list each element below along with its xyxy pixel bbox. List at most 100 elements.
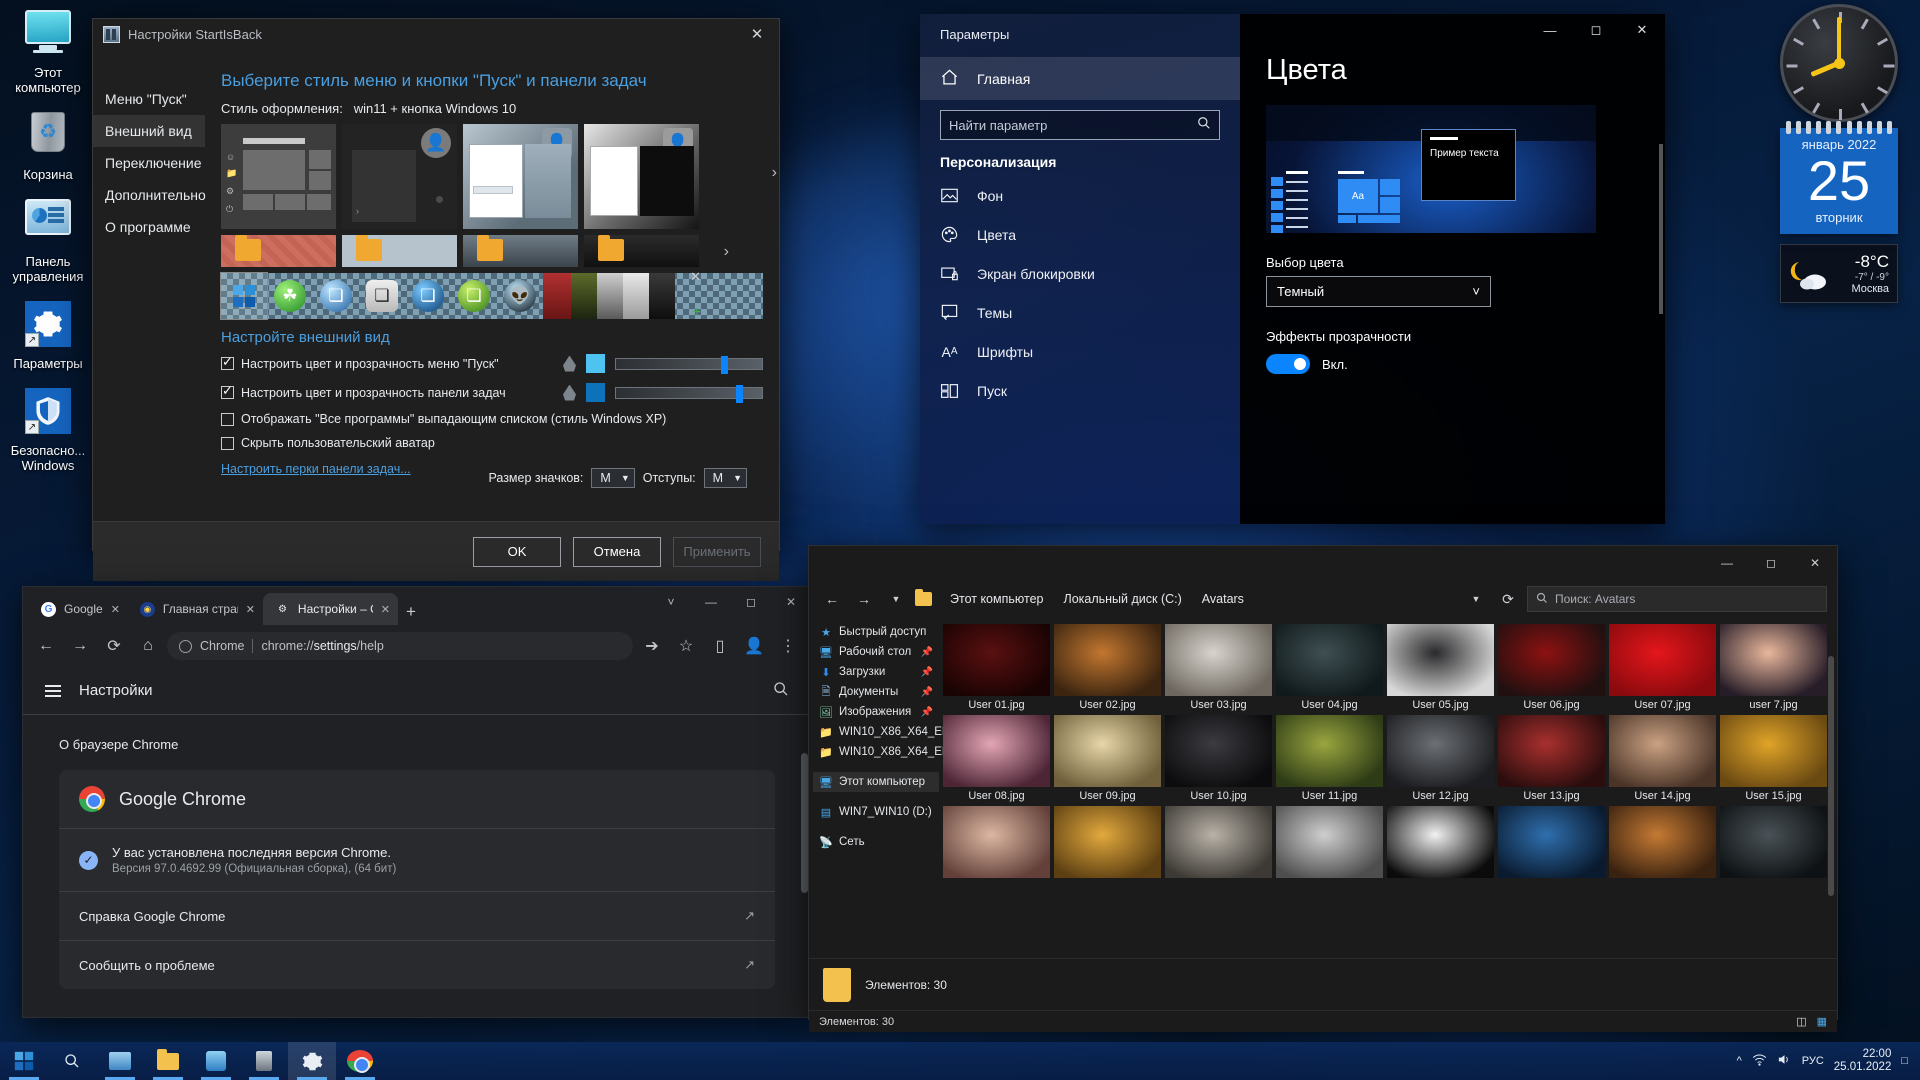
settings-scrollbar[interactable] <box>1659 144 1663 314</box>
startbutton-thumb-2[interactable] <box>342 235 457 267</box>
file-item[interactable]: User 05.jpg <box>1387 624 1494 711</box>
language-indicator[interactable]: РУС <box>1802 1055 1824 1067</box>
sidebar-item-fonts[interactable]: AA Шрифты <box>920 332 1240 371</box>
sidepanel-icon[interactable]: ▯ <box>705 631 735 661</box>
file-item[interactable]: User 02.jpg <box>1054 624 1161 711</box>
back-button[interactable]: ← <box>31 631 61 661</box>
start-orb-square-dark[interactable]: ❏ <box>359 273 405 319</box>
icon-size-select[interactable]: M ▼ <box>591 468 634 488</box>
tree-item-drive-d[interactable]: ▤WIN7_WIN10 (D:) <box>813 802 939 822</box>
minimize-button[interactable]: — <box>1705 546 1749 580</box>
tab-close-icon[interactable]: ✕ <box>111 603 120 616</box>
maximize-button[interactable]: ◻ <box>731 587 771 617</box>
tree-item-documents[interactable]: 🗎Документы📌 <box>813 682 939 702</box>
address-bar[interactable]: Chrome chrome://settings/help <box>167 632 633 660</box>
tab-search-icon[interactable]: ˅ <box>651 587 691 617</box>
search-icon[interactable] <box>1197 116 1211 135</box>
theme-thumb-2[interactable]: 👤 › <box>342 124 457 229</box>
start-orb-alien[interactable]: 👽 <box>497 273 543 319</box>
start-orb-win7[interactable]: ❏ <box>313 273 359 319</box>
explorer-search-box[interactable]: Поиск: Avatars <box>1527 586 1827 612</box>
startbutton-next-arrow-icon[interactable]: › <box>724 243 729 261</box>
breadcrumb-local-disk[interactable]: Локальный диск (C:) <box>1053 592 1191 606</box>
opacity-slider-taskbar[interactable] <box>615 387 763 399</box>
tree-item-pictures[interactable]: 🖼Изображения📌 <box>813 702 939 722</box>
tab-close-icon[interactable]: ✕ <box>381 603 390 616</box>
theme-thumb-4[interactable]: 👤 <box>584 124 699 229</box>
startbutton-thumb-1[interactable] <box>221 235 336 267</box>
home-button[interactable]: ⌂ <box>133 631 163 661</box>
sidebar-item-home[interactable]: Главная <box>920 57 1240 100</box>
opacity-drop-icon[interactable] <box>563 385 576 401</box>
search-input[interactable] <box>949 118 1197 133</box>
file-item[interactable]: User 08.jpg <box>943 715 1050 802</box>
desktop-icon-this-pc[interactable]: Этот компьютер <box>0 10 96 96</box>
desktop-icon-recycle-bin[interactable]: Корзина <box>0 112 96 183</box>
chrome-tab-google[interactable]: G Google ✕ <box>29 593 128 625</box>
checkbox-row-hide-avatar[interactable]: Скрыть пользовательский аватар <box>221 436 763 450</box>
taskbar-perks-link[interactable]: Настроить перки панели задач... <box>221 462 411 476</box>
external-link-icon[interactable]: ↗ <box>744 957 755 973</box>
sidebar-item-lock-screen[interactable]: Экран блокировки <box>920 254 1240 293</box>
profile-avatar[interactable]: 👤 <box>739 631 769 661</box>
checkbox-all-programs[interactable] <box>221 413 234 426</box>
file-item[interactable]: User 11.jpg <box>1276 715 1383 802</box>
file-item[interactable]: User 01.jpg <box>943 624 1050 711</box>
tree-item-win10-2[interactable]: 📁WIN10_X86_X64_EN <box>813 742 939 762</box>
file-item[interactable] <box>1498 806 1605 881</box>
opacity-drop-icon[interactable] <box>563 356 576 372</box>
thumbnail-view-icon[interactable]: ▦ <box>1817 1015 1827 1028</box>
tab-close-icon[interactable]: ✕ <box>246 603 255 616</box>
padding-select[interactable]: M ▼ <box>704 468 747 488</box>
refresh-button[interactable]: ⟳ <box>1495 586 1521 612</box>
file-item[interactable] <box>1054 806 1161 881</box>
file-item[interactable]: User 03.jpg <box>1165 624 1272 711</box>
close-button[interactable]: ✕ <box>735 19 779 49</box>
checkbox-hide-avatar[interactable] <box>221 437 234 450</box>
start-orb-clover[interactable]: ☘ <box>267 273 313 319</box>
theme-next-arrow-icon[interactable]: › <box>772 164 777 182</box>
file-item[interactable]: User 15.jpg <box>1720 715 1827 802</box>
transparency-toggle[interactable] <box>1266 354 1310 374</box>
store-button[interactable] <box>192 1042 240 1080</box>
settings-search-icon[interactable] <box>773 681 789 701</box>
start-orb-blue[interactable]: ❏ <box>405 273 451 319</box>
file-item[interactable] <box>943 806 1050 881</box>
settings-button[interactable] <box>288 1042 336 1080</box>
external-link-icon[interactable]: ↗ <box>744 908 755 924</box>
cancel-button[interactable]: Отмена <box>573 537 661 567</box>
recent-locations-icon[interactable]: ▼ <box>883 586 909 612</box>
forward-button[interactable]: → <box>851 586 877 612</box>
chrome-button[interactable] <box>336 1042 384 1080</box>
clock[interactable]: 22:00 25.01.2022 <box>1834 1048 1892 1074</box>
sidebar-item-themes[interactable]: Темы <box>920 293 1240 332</box>
tree-item-win10-1[interactable]: 📁WIN10_X86_X64_EN <box>813 722 939 742</box>
notification-center-icon[interactable]: □ <box>1901 1055 1908 1067</box>
file-item[interactable]: user 7.jpg <box>1720 624 1827 711</box>
chrome-tab-settings[interactable]: ⚙ Настройки – О бр ✕ <box>263 593 398 625</box>
desktop-icon-control-panel[interactable]: Панель управления <box>0 199 96 285</box>
task-view-button[interactable] <box>96 1042 144 1080</box>
new-tab-button[interactable]: + <box>398 599 424 625</box>
desktop-icon-windows-security[interactable]: ↗ Безопасно... Windows <box>0 388 96 474</box>
app-button[interactable] <box>240 1042 288 1080</box>
sidebar-item-background[interactable]: Фон <box>920 176 1240 215</box>
file-item[interactable]: User 14.jpg <box>1609 715 1716 802</box>
orb-add-icon[interactable]: + <box>693 303 701 319</box>
close-button[interactable]: ✕ <box>1793 546 1837 580</box>
volume-icon[interactable] <box>1777 1053 1792 1069</box>
file-explorer-window[interactable]: — ◻ ✕ ← → ▼ Этот компьютер Локальный дис… <box>808 545 1838 1020</box>
ok-button[interactable]: OK <box>473 537 561 567</box>
startbutton-thumb-3[interactable] <box>463 235 578 267</box>
desktop-icon-settings[interactable]: ↗ Параметры <box>0 301 96 372</box>
menu-icon[interactable] <box>45 682 61 700</box>
back-button[interactable]: ← <box>819 586 845 612</box>
details-view-icon[interactable]: ◫ <box>1796 1015 1806 1028</box>
file-item[interactable] <box>1720 806 1827 881</box>
tree-item-this-pc[interactable]: 🖥Этот компьютер <box>813 772 939 792</box>
explorer-scrollbar[interactable] <box>1827 656 1835 976</box>
startbutton-thumb-4[interactable] <box>584 235 699 267</box>
file-item[interactable]: User 06.jpg <box>1498 624 1605 711</box>
minimize-button[interactable]: — <box>691 587 731 617</box>
start-orb-win11[interactable] <box>221 273 267 319</box>
